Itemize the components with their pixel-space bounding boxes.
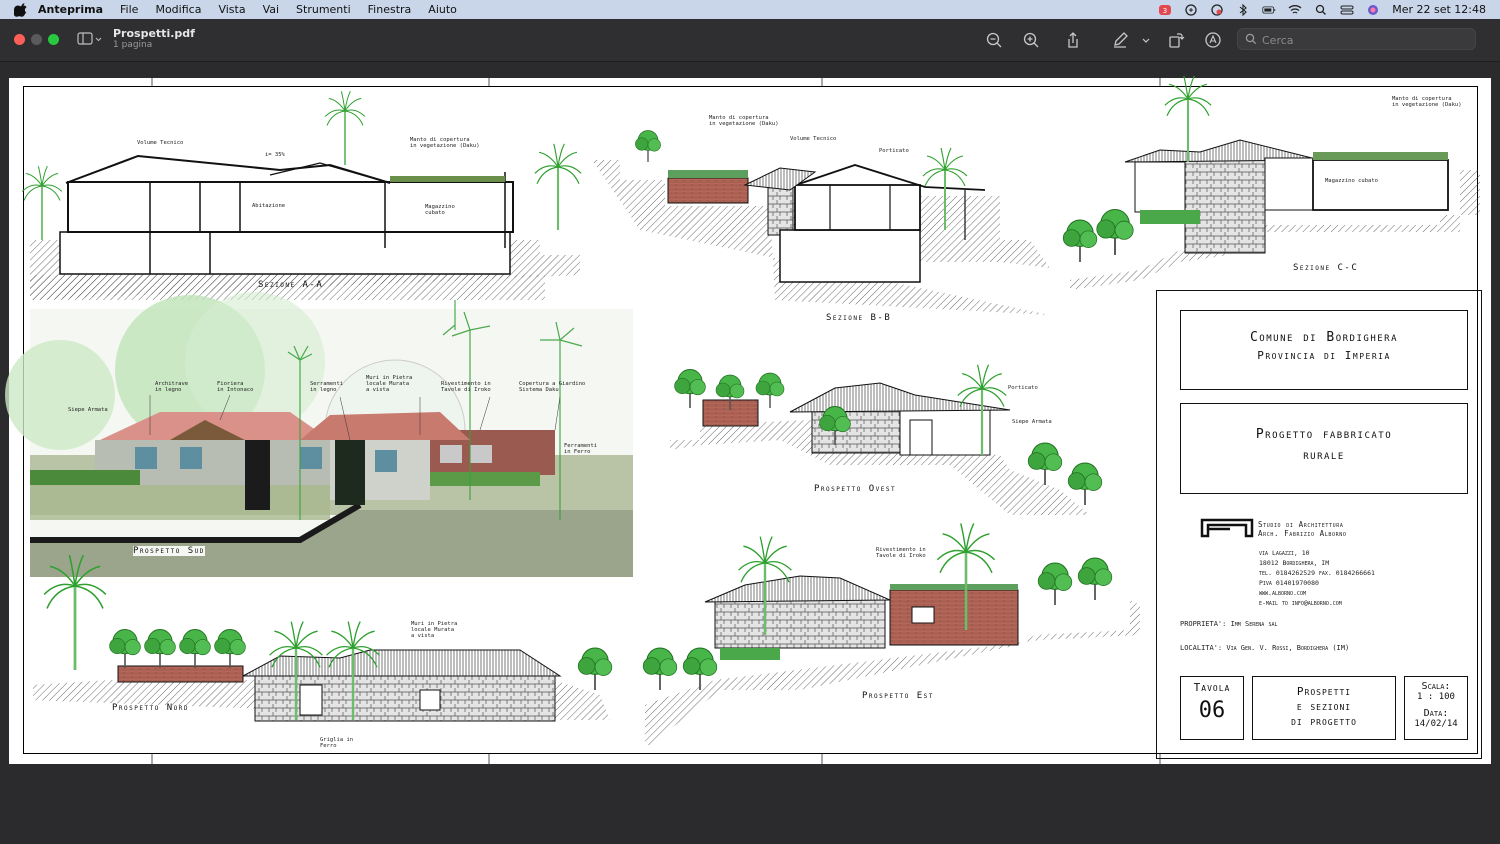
label-sezione-aa: Sezione A-A <box>258 280 324 290</box>
studio-name-2: Arch. Fabrizio Alborno <box>1258 529 1347 538</box>
note-bb-manto: Manto di copertura in vegetazione (Daku) <box>709 115 779 127</box>
address-line: e-mail to info@alborno.com <box>1259 599 1342 607</box>
address-line: 18012 Bordighera, IM <box>1259 559 1330 567</box>
note-cc-manto: Manto di copertura in vegetazione (Daku) <box>1392 96 1462 108</box>
label-prospetto-est: Prospetto Est <box>862 691 934 701</box>
section-cc-drawing <box>1062 74 1480 305</box>
provincia-text: Provincia di Imperia <box>1257 349 1391 362</box>
address-line: via Lagazzi, 10 <box>1259 549 1310 557</box>
label-prospetto-nord: Prospetto Nord <box>112 703 189 713</box>
address-line: Piva 01401970080 <box>1259 579 1319 587</box>
note-sud-ferramenti: Ferramenti in Ferro <box>564 443 598 455</box>
desc-line-1: Prospetti <box>1296 685 1352 698</box>
desc-line-2: e sezioni <box>1296 700 1352 713</box>
note-ovest-siepe: Siepe Armata <box>1012 419 1052 425</box>
note-sud-copertura: Copertura a Giardino Sistema Daku <box>519 381 586 393</box>
comune-box: Comune di Bordighera Provincia di Imperi… <box>1180 310 1468 390</box>
label-sezione-cc: Sezione C-C <box>1293 263 1359 273</box>
tavola-number: 06 <box>1198 698 1226 723</box>
note-nord-griglia: Griglia in Ferro <box>320 737 354 749</box>
note-aa-manto: Manto di copertura in vegetazione (Daku) <box>410 137 480 149</box>
data-label: Data: <box>1423 708 1449 719</box>
studio-name-1: Studio di Architettura <box>1258 520 1344 529</box>
address-line: www.alborno.com <box>1259 589 1306 597</box>
studio-address: via Lagazzi, 10 18012 Bordighera, IM tel… <box>1259 548 1375 608</box>
tavola-label: Tavola <box>1193 681 1231 694</box>
section-bb-drawing <box>592 129 1050 315</box>
note-bb-porticato: Porticato <box>879 148 909 154</box>
note-sud-rivestimento: Rivestimento in Tavole di Iroko <box>441 381 491 393</box>
desc-line-3: di progetto <box>1291 715 1357 728</box>
label-prospetto-ovest: Prospetto Ovest <box>814 484 897 494</box>
elevation-sud-watercolor <box>5 292 633 577</box>
comune-text: Comune di Bordighera <box>1249 330 1398 345</box>
scala-value: 1 : 100 <box>1417 692 1455 702</box>
title-block: Comune di Bordighera Provincia di Imperi… <box>1156 290 1482 759</box>
progetto-box: Progetto fabbricato rurale <box>1180 403 1468 494</box>
progetto-text-1: Progetto fabbricato <box>1255 427 1393 442</box>
studio-logo-icon <box>1200 518 1254 538</box>
elevation-nord-drawing <box>30 553 613 722</box>
note-sud-serramenti: Serramenti in legno <box>310 381 344 393</box>
note-cc-magazzino: Magazzino cubato <box>1325 178 1378 184</box>
note-ovest-porticato: Porticato <box>1008 385 1038 391</box>
data-value: 14/02/14 <box>1414 719 1458 729</box>
tavola-box: Tavola 06 <box>1180 676 1244 740</box>
note-sud-architrave: Architrave in legno <box>155 381 189 393</box>
note-aa-slope: i= 35% <box>265 152 285 158</box>
note-aa-volume: Volume Tecnico <box>137 140 184 146</box>
label-sezione-bb: Sezione B-B <box>826 313 892 323</box>
note-sud-siepe: Siepe Armata <box>68 407 108 413</box>
scala-label: Scala: <box>1421 681 1451 692</box>
progetto-text-2: rurale <box>1303 448 1345 463</box>
note-bb-volume: Volume Tecnico <box>790 136 837 142</box>
note-aa-magazzino: Magazzino cubato <box>425 204 455 216</box>
note-est-rivestimento: Rivestimento in Tavole di Iroko <box>876 547 926 559</box>
proprieta-text: PROPRIETA': Imm Serena sal <box>1180 620 1278 628</box>
note-aa-abitazione: Abitazione <box>252 203 286 209</box>
note-sud-fioriera: Fioriera in Intonaco <box>217 381 254 393</box>
label-prospetto-sud: Prospetto Sud <box>133 546 205 556</box>
description-box: Prospetti e sezioni di progetto <box>1252 676 1396 740</box>
note-sud-muri: Muri in Pietra locale Murata a vista <box>366 375 413 393</box>
localita-text: LOCALITA': Via Gen. V. Rossi, Bordighera… <box>1180 644 1350 652</box>
note-nord-muri: Muri in Pietra locale Murata a vista <box>411 621 458 639</box>
scala-data-box: Scala: 1 : 100 Data: 14/02/14 <box>1404 676 1468 740</box>
address-line: tel. 0184262529 fax. 0184266661 <box>1259 569 1375 577</box>
section-aa-drawing <box>21 90 583 300</box>
